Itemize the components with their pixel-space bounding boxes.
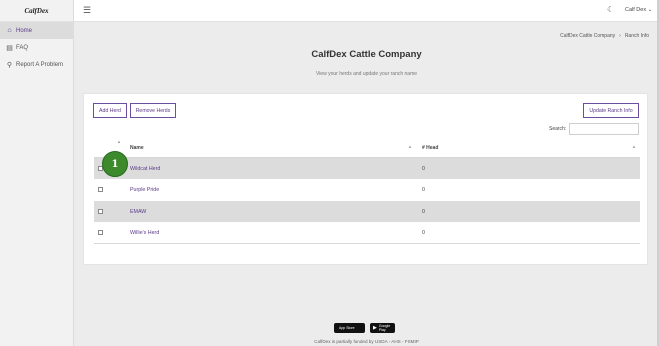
herd-name-link[interactable]: EMAW bbox=[130, 209, 146, 215]
breadcrumb-current: Ranch Info bbox=[624, 33, 649, 39]
herd-head-count: 0 bbox=[422, 208, 425, 215]
app-store-badge[interactable]: App Store bbox=[334, 323, 365, 333]
search-label: Search: bbox=[549, 126, 567, 132]
hamburger-menu-icon[interactable]: ☰ bbox=[83, 5, 91, 16]
table-footer bbox=[94, 243, 640, 247]
remove-herds-button[interactable]: Remove Herds bbox=[130, 103, 176, 118]
column-header-heads[interactable]: # Head bbox=[422, 145, 438, 151]
sidebar-item-home[interactable]: ⌂ Home bbox=[0, 22, 73, 39]
herd-head-count: 0 bbox=[422, 187, 425, 194]
herd-name-link[interactable]: Willie's Herd bbox=[130, 230, 159, 236]
dark-mode-icon[interactable]: ☾ bbox=[607, 5, 614, 14]
breadcrumb-separator: › bbox=[619, 33, 621, 39]
play-icon: ▶ bbox=[373, 325, 377, 331]
home-icon: ⌂ bbox=[7, 27, 12, 34]
step-marker: 1 bbox=[102, 151, 128, 177]
sidebar: CalfDex ⌂ Home ▤ FAQ ⚲ Report A Problem bbox=[0, 0, 74, 346]
sidebar-item-faq[interactable]: ▤ FAQ bbox=[0, 39, 73, 56]
key-icon: ⚲ bbox=[6, 61, 13, 69]
user-menu[interactable]: Calf Dex ⌄ bbox=[625, 7, 652, 13]
breadcrumb: CalfDex Cattle Company › Ranch Info bbox=[560, 33, 649, 39]
sidebar-item-report-problem[interactable]: ⚲ Report A Problem bbox=[0, 56, 73, 73]
google-play-badge-label: Google Play bbox=[378, 324, 391, 332]
footer-text: CalfDex is partially funded by USDA - AH… bbox=[314, 339, 419, 344]
herd-head-count: 0 bbox=[422, 166, 425, 172]
herds-table: ▲ Name ▲ # Head ▲ Wildcat Herd 0 Purple … bbox=[94, 138, 640, 247]
search-input[interactable] bbox=[569, 123, 639, 135]
herds-card: Add Herd Remove Herds Update Ranch Info … bbox=[83, 93, 648, 265]
herd-head-count: 0 bbox=[422, 229, 425, 236]
book-icon: ▤ bbox=[6, 44, 13, 52]
google-play-badge[interactable]: ▶ Google Play bbox=[370, 323, 395, 333]
add-herd-button[interactable]: Add Herd bbox=[93, 103, 127, 118]
sort-icon[interactable]: ▲ bbox=[632, 144, 636, 149]
table-row: EMAW 0 bbox=[94, 200, 640, 222]
row-checkbox[interactable] bbox=[98, 187, 103, 193]
app-store-badge-label: App Store bbox=[339, 326, 355, 330]
sidebar-item-label: FAQ bbox=[16, 44, 29, 51]
page-subtitle: View your herds and update your ranch na… bbox=[315, 71, 418, 77]
sidebar-item-label: Report A Problem bbox=[16, 61, 64, 68]
page-title: CalfDex Cattle Company bbox=[311, 49, 422, 60]
table-row: Purple Pride 0 bbox=[94, 179, 640, 200]
table-row: Wildcat Herd 0 bbox=[94, 158, 640, 180]
sidebar-item-label: Home bbox=[16, 27, 33, 34]
table-row: Willie's Herd 0 bbox=[94, 222, 640, 243]
breadcrumb-company-link[interactable]: CalfDex Cattle Company bbox=[560, 33, 615, 39]
update-ranch-info-button[interactable]: Update Ranch Info bbox=[583, 103, 639, 118]
brand-logo[interactable]: CalfDex bbox=[0, 0, 73, 22]
row-checkbox[interactable] bbox=[98, 229, 103, 235]
herd-name-link[interactable]: Purple Pride bbox=[130, 187, 159, 193]
sort-icon[interactable]: ▲ bbox=[408, 144, 412, 149]
topbar: ☰ ☾ Calf Dex ⌄ bbox=[74, 0, 659, 22]
sort-icon[interactable]: ▲ bbox=[117, 139, 121, 144]
column-header-name[interactable]: Name bbox=[130, 145, 144, 151]
herd-name-link[interactable]: Wildcat Herd bbox=[130, 166, 160, 172]
row-checkbox[interactable] bbox=[98, 208, 103, 214]
table-header: ▲ Name ▲ # Head ▲ bbox=[94, 138, 640, 158]
